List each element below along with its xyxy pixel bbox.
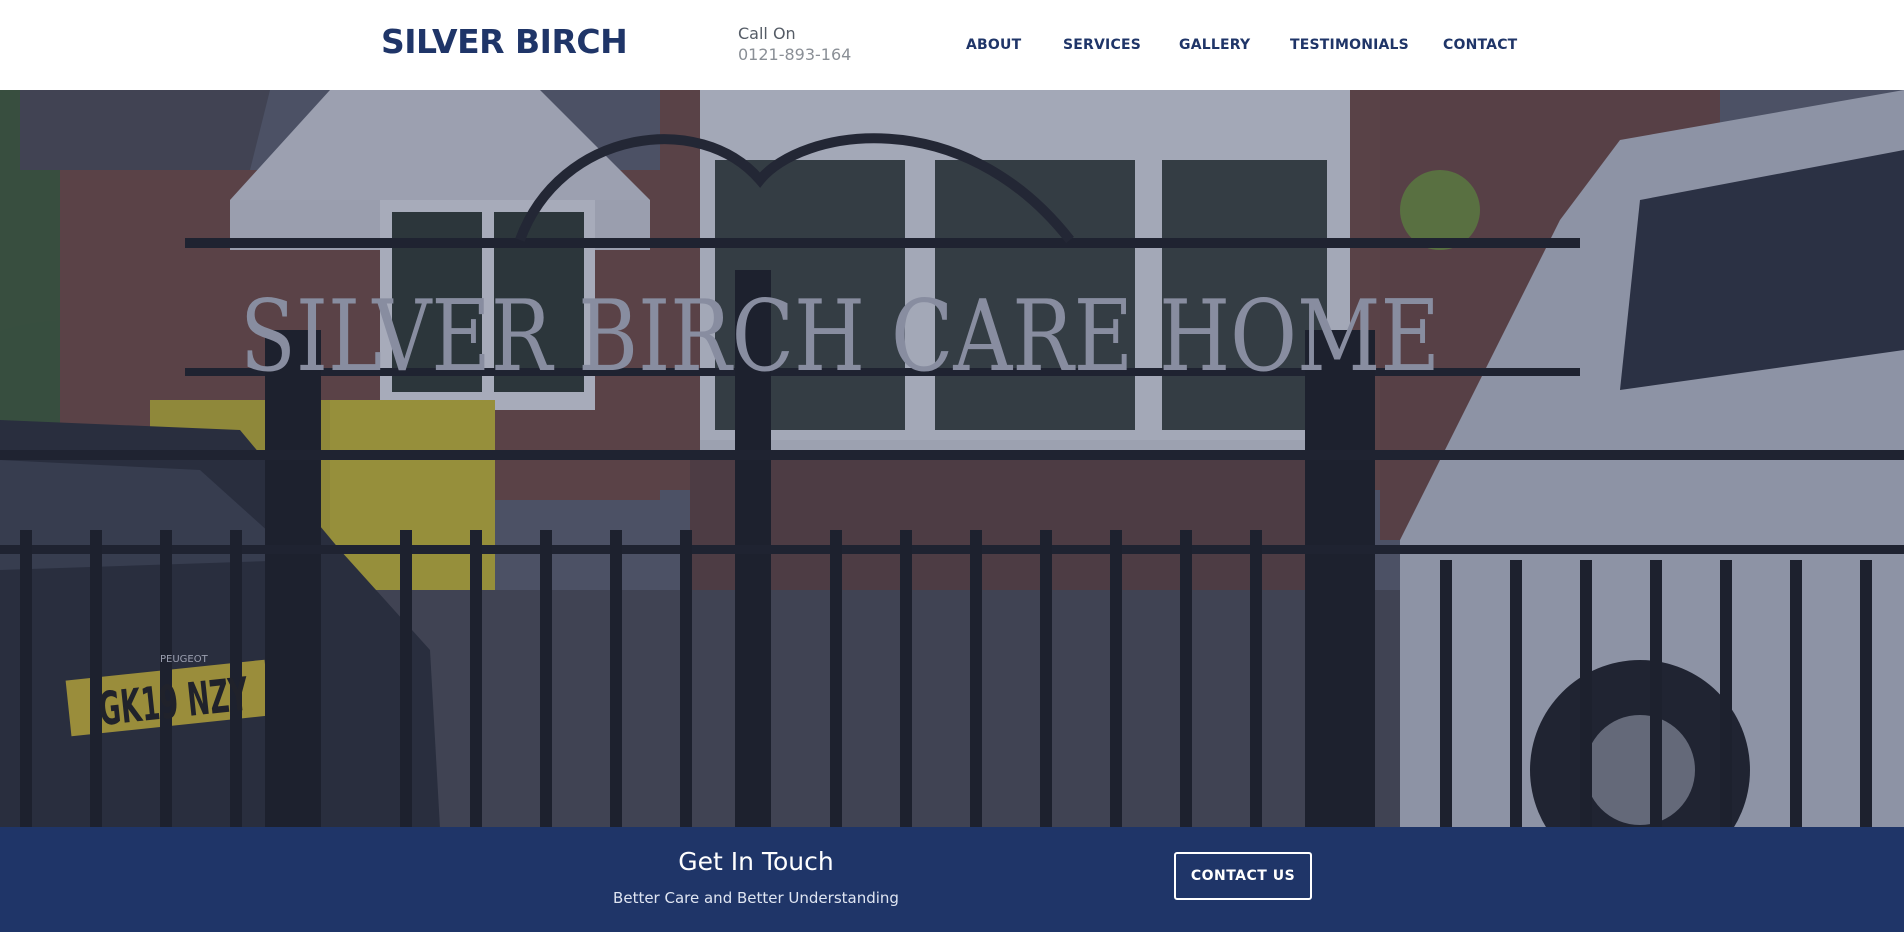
site-logo[interactable]: SILVER BIRCH: [381, 22, 628, 61]
hero-image: SILVER BIRCH CARE HOME GK19 NZY PEUGEOT: [0, 90, 1904, 828]
contact-us-button[interactable]: CONTACT US: [1174, 852, 1312, 900]
cta-subtitle: Better Care and Better Understanding: [613, 889, 899, 907]
cta-title: Get In Touch: [678, 847, 834, 876]
phone-number[interactable]: 0121-893-164: [738, 45, 851, 64]
call-on-label: Call On: [738, 24, 796, 43]
nav-contact[interactable]: CONTACT: [1443, 37, 1517, 53]
site-header: SILVER BIRCH Call On 0121-893-164 ABOUT …: [0, 0, 1904, 90]
nav-testimonials[interactable]: TESTIMONIALS: [1290, 37, 1409, 53]
nav-services[interactable]: SERVICES: [1063, 37, 1141, 53]
nav-gallery[interactable]: GALLERY: [1179, 37, 1250, 53]
get-in-touch-band: Get In Touch Better Care and Better Unde…: [0, 827, 1904, 932]
hero-overlay: [0, 90, 1904, 828]
nav-about[interactable]: ABOUT: [966, 37, 1021, 53]
